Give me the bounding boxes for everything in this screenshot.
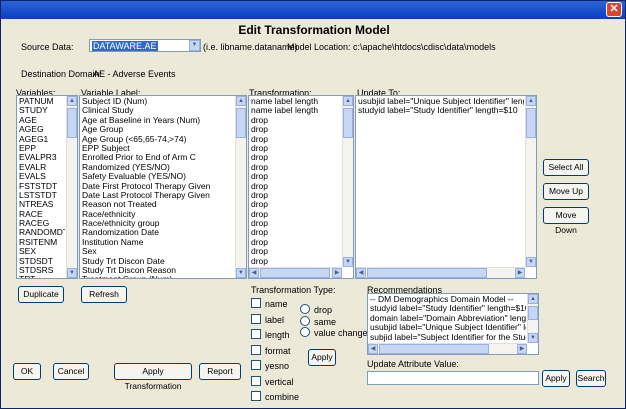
scroll-up-icon[interactable]: ▲ [67,96,77,106]
ok-button[interactable]: OK [13,363,41,380]
scroll-up-icon[interactable]: ▲ [343,96,353,106]
checkbox-label[interactable] [251,313,261,324]
recommendations-list[interactable]: -- DM Demographics Domain Model -- studyi… [367,293,539,355]
labels-scrollbar[interactable]: ▲ ▼ [235,96,246,278]
checkbox-label: name [265,299,288,309]
radio-drop[interactable] [300,304,310,314]
scroll-thumb[interactable] [528,306,538,320]
scroll-right-icon[interactable]: ▶ [517,344,527,354]
apply-type-button[interactable]: Apply [308,349,336,366]
update-to-scrollbar[interactable]: ▲ ▼ [525,96,536,267]
transformation-hscrollbar[interactable]: ◀ ▶ [249,267,342,278]
radio-value-change[interactable] [300,327,310,337]
scroll-thumb[interactable] [236,108,246,138]
scroll-thumb[interactable] [367,268,487,278]
recommendations-hscrollbar[interactable]: ◀ ▶ [368,343,527,354]
dialog-window: ✕ Edit Transformation Model Source Data:… [0,0,626,409]
variables-list[interactable]: PATNUM STUDY AGE AGEG AGEG1 EPP EVALPR3 EVALR EV… [16,95,78,279]
scroll-thumb[interactable] [260,268,330,278]
checkbox-label: yesno [265,361,290,371]
report-button[interactable]: Report [199,363,241,380]
variable-labels-list[interactable]: Subject ID (Num) Clinical Study Age at Bas… [79,95,247,279]
update-attribute-input[interactable] [367,371,539,385]
destination-domain-value: AE - Adverse Events [93,69,176,79]
destination-domain-label: Destination Domain: [21,69,103,79]
checkbox-label: vertical [265,376,294,387]
chevron-down-icon[interactable]: ▼ [189,40,200,51]
checkbox-length[interactable] [251,329,261,339]
variable-list-item[interactable]: TRT [19,275,65,278]
scroll-thumb[interactable] [379,344,489,354]
label-list-item[interactable]: Treatment Group (Num) [82,275,234,278]
checkbox-combine[interactable] [251,391,261,401]
radio-same[interactable] [300,315,310,326]
scroll-thumb[interactable] [343,108,353,138]
checkbox-label: length [265,330,290,340]
scroll-thumb[interactable] [67,108,77,138]
source-data-hint: (i.e. libname.dataname) [203,42,298,52]
update-to-hscrollbar[interactable]: ◀ ▶ [356,267,525,278]
scroll-down-icon[interactable]: ▼ [528,333,538,343]
checkbox-label: combine [265,392,300,402]
radio-label: drop [314,305,333,315]
source-data-label: Source Data: [21,42,74,52]
checkbox-yesno[interactable] [251,360,261,370]
update-to-list[interactable]: usubjid label="Unique Subject Identifier… [355,95,537,279]
scroll-up-icon[interactable]: ▲ [236,96,246,106]
scroll-up-icon[interactable]: ▲ [526,96,536,106]
variables-scrollbar[interactable]: ▲ ▼ [66,96,77,278]
scroll-down-icon[interactable]: ▼ [67,268,77,278]
apply-transformation-button[interactable]: Apply Transformation [114,363,192,391]
scroll-down-icon[interactable]: ▼ [236,268,246,278]
move-up-button[interactable]: Move Up [543,183,589,200]
checkbox-vertical[interactable] [251,375,261,386]
cancel-button[interactable]: Cancel [53,363,89,380]
duplicate-button[interactable]: Duplicate [18,286,64,303]
checkbox-name[interactable] [251,298,261,308]
radio-label: same [314,316,337,327]
scroll-left-icon[interactable]: ◀ [356,268,366,278]
dialog-title: Edit Transformation Model [238,23,390,37]
radio-label: value change [314,328,368,338]
scroll-up-icon[interactable]: ▲ [528,294,538,304]
move-down-button[interactable]: Move Down [543,207,589,235]
checkbox-format[interactable] [251,344,261,355]
close-icon[interactable]: ✕ [606,2,622,17]
recommendation-item[interactable]: subjid label="Subject Identifier for the… [370,332,526,342]
refresh-button[interactable]: Refresh [81,286,127,303]
transformation-list[interactable]: name label length name label length drop dr… [248,95,354,279]
apply-attribute-button[interactable]: Apply [542,370,570,387]
label-list-item[interactable]: Institution Name [82,237,234,247]
transformation-scrollbar[interactable]: ▲ ▼ [342,96,353,267]
search-button[interactable]: Search [576,370,606,387]
scroll-thumb[interactable] [526,108,536,138]
source-data-select[interactable]: DATAWARE.AE ▼ [89,39,201,52]
select-all-button[interactable]: Select All [543,159,589,176]
scroll-down-icon[interactable]: ▼ [343,257,353,267]
source-data-value: DATAWARE.AE [92,41,158,51]
model-location-value: c:\apache\htdocs\cdisc\data\models [353,42,496,52]
scroll-right-icon[interactable]: ▶ [515,268,525,278]
recommendations-scrollbar[interactable]: ▲ ▼ [527,294,538,343]
title-bar: ✕ [1,1,625,19]
update-to-list-item[interactable]: studyid label="Study Identifier" length=… [358,105,524,115]
scroll-left-icon[interactable]: ◀ [249,268,259,278]
scroll-right-icon[interactable]: ▶ [332,268,342,278]
checkbox-label: label [265,314,285,325]
model-location-label: Model Location: [287,42,351,52]
scroll-left-icon[interactable]: ◀ [368,344,378,354]
checkbox-label: format [265,345,291,356]
transformation-type-label: Transformation Type: [251,285,336,295]
update-attribute-label: Update Attribute Value: [367,359,459,369]
scroll-down-icon[interactable]: ▼ [526,257,536,267]
